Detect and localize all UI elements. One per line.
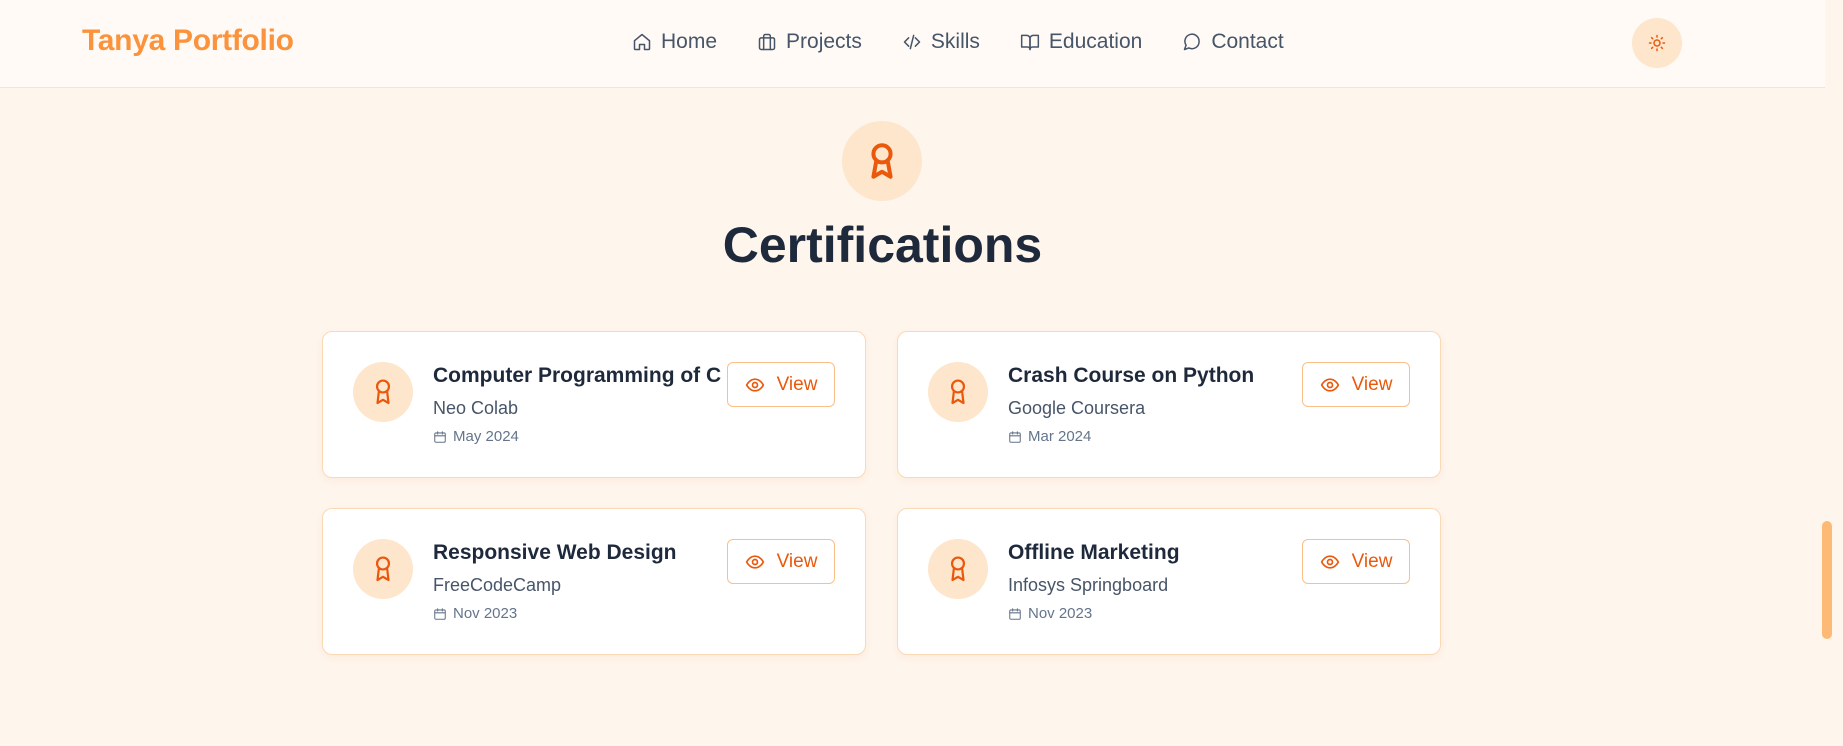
theme-toggle-button[interactable]: [1632, 18, 1682, 68]
eye-icon: [1320, 554, 1339, 569]
nav-item-label: Skills: [930, 30, 980, 53]
main-nav: Home Projects Skills Education Contact: [632, 26, 1324, 58]
certificate-issuer: Neo Colab: [433, 398, 519, 418]
certificate-badge: [928, 362, 988, 422]
certificate-date-text: Mar 2024: [1028, 428, 1092, 445]
eye-icon: [1320, 377, 1339, 392]
certificate-title: Crash Course on Python: [1008, 364, 1255, 387]
briefcase-icon: [758, 33, 776, 51]
certificate-date-text: Nov 2023: [453, 605, 518, 622]
calendar-icon: [1009, 430, 1021, 443]
brand-logo[interactable]: Tanya Portfolio: [82, 24, 294, 58]
home-icon: [633, 33, 651, 51]
certificate-title: Offline Marketing: [1008, 541, 1180, 564]
certificate-issuer: Infosys Springboard: [1008, 575, 1169, 595]
message-icon: [1184, 33, 1201, 51]
scrollbar-thumb[interactable]: [1822, 521, 1832, 639]
navbar: Tanya Portfolio Home Projects Skills Edu…: [0, 0, 1825, 88]
eye-icon: [745, 377, 764, 392]
sun-icon: [1648, 34, 1666, 52]
nav-item-home[interactable]: Home: [632, 30, 717, 54]
certificate-badge: [353, 539, 413, 599]
certification-card: Responsive Web Design FreeCodeCamp Nov 2…: [322, 508, 866, 655]
calendar-icon: [434, 607, 446, 620]
eye-icon: [745, 554, 764, 569]
award-icon: [375, 379, 391, 405]
certificate-badge: [928, 539, 988, 599]
calendar-icon: [1009, 607, 1021, 620]
view-button-label: View: [1351, 373, 1393, 395]
certificate-issuer: FreeCodeCamp: [433, 575, 562, 595]
calendar-icon: [434, 430, 446, 443]
nav-item-education[interactable]: Education: [1020, 30, 1142, 54]
nav-item-label: Home: [661, 30, 718, 53]
certificate-issuer: Google Coursera: [1008, 398, 1146, 418]
nav-item-label: Contact: [1211, 30, 1284, 53]
section-title: Certifications: [722, 217, 1043, 273]
certificate-badge: [353, 362, 413, 422]
nav-item-label: Education: [1048, 30, 1143, 53]
certification-card: Crash Course on Python Google Coursera M…: [897, 331, 1441, 478]
portfolio-page: Tanya Portfolio Home Projects Skills Edu…: [0, 0, 1843, 746]
certificate-date-text: May 2024: [453, 428, 519, 445]
certificate-date: Nov 2023: [433, 605, 517, 622]
view-button-label: View: [1351, 550, 1393, 572]
view-certificate-button[interactable]: View: [1302, 362, 1410, 407]
award-icon: [950, 379, 966, 405]
view-certificate-button[interactable]: View: [727, 539, 835, 584]
nav-item-contact[interactable]: Contact: [1182, 30, 1284, 54]
award-icon: [950, 556, 966, 582]
certificate-date: Nov 2023: [1008, 605, 1092, 622]
view-button-label: View: [776, 550, 818, 572]
nav-item-skills[interactable]: Skills: [902, 30, 980, 54]
certification-card: Offline Marketing Infosys Springboard No…: [897, 508, 1441, 655]
certificate-date-text: Nov 2023: [1028, 605, 1093, 622]
view-certificate-button[interactable]: View: [1302, 539, 1410, 584]
view-certificate-button[interactable]: View: [727, 362, 835, 407]
book-icon: [1020, 34, 1039, 51]
award-icon: [375, 556, 391, 582]
nav-item-projects[interactable]: Projects: [757, 30, 862, 54]
award-icon: [871, 143, 893, 179]
nav-item-label: Projects: [786, 30, 862, 53]
section-icon-badge: [842, 121, 922, 201]
certificate-date: Mar 2024: [1008, 428, 1091, 445]
certificate-title: Responsive Web Design: [433, 541, 677, 564]
certification-card: Computer Programming of C Neo Colab May …: [322, 331, 866, 478]
code-icon: [903, 34, 921, 50]
certificate-title: Computer Programming of C: [433, 364, 722, 387]
certificate-date: May 2024: [433, 428, 519, 445]
view-button-label: View: [776, 373, 818, 395]
